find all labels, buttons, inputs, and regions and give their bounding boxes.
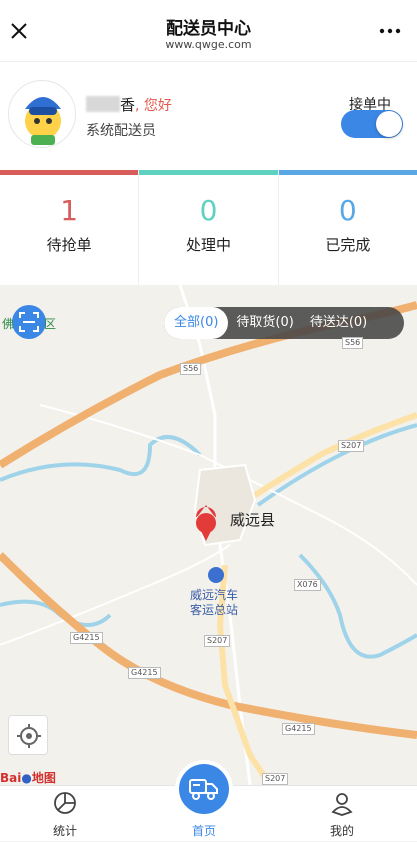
stat-count: 0 — [199, 194, 218, 227]
stat-label: 已完成 — [325, 236, 371, 254]
stat-label: 处理中 — [185, 236, 231, 254]
tab-mine[interactable]: 我的 — [292, 786, 392, 842]
stat-count: 1 — [60, 194, 79, 227]
road-badge: S207 — [262, 773, 289, 785]
map-label-left: 佛 — [2, 317, 15, 331]
road-badge: S56 — [180, 363, 202, 375]
map-station-label: 威远汽车 客运总站 — [190, 588, 239, 617]
road-badge: G4215 — [282, 723, 315, 735]
stat-pending-grab[interactable]: 1 待抢单 — [0, 170, 140, 285]
filter-to-pickup[interactable]: 待取货(0) — [228, 307, 301, 339]
name-blurred — [86, 96, 120, 112]
stat-color-bar — [0, 170, 139, 175]
delivery-truck-icon — [189, 779, 218, 800]
page-url: www.qwge.com — [165, 38, 252, 51]
stat-color-bar — [139, 170, 278, 175]
pie-chart-icon — [54, 792, 76, 814]
stat-count: 0 — [338, 194, 357, 227]
stat-processing[interactable]: 0 处理中 — [139, 170, 279, 285]
map-view[interactable]: 佛 区 全部(0) 待取货(0) 待送达(0) S56 S56 S207 S20… — [0, 285, 417, 785]
more-icon[interactable] — [377, 22, 403, 40]
scan-button[interactable] — [12, 305, 46, 339]
logo-text-b: 地图 — [31, 771, 56, 785]
accepting-orders-toggle[interactable] — [341, 110, 403, 138]
greeting-text: , 您好 — [135, 98, 172, 114]
road-badge: S56 — [342, 337, 364, 349]
order-filter: 全部(0) 待取货(0) 待送达(0) — [164, 307, 404, 339]
road-badge: S207 — [204, 635, 231, 647]
baidu-map-logo: Bai●地图 — [0, 769, 56, 785]
greeting-row: 香, 您好 — [86, 94, 172, 115]
tab-label: 统计 — [52, 824, 77, 838]
order-stats: 1 待抢单 0 处理中 0 已完成 — [0, 170, 417, 285]
road-badge: X076 — [294, 579, 321, 591]
title-bar: 配送员中心 www.qwge.com — [0, 0, 417, 62]
paw-icon: ● — [21, 771, 32, 785]
stat-color-bar — [278, 170, 417, 175]
toggle-knob — [376, 111, 402, 137]
logo-text-a: Bai — [0, 771, 22, 785]
tab-statistics[interactable]: 统计 — [15, 786, 115, 842]
tab-label: 我的 — [329, 824, 354, 838]
user-name: 香 — [120, 96, 136, 114]
tab-label: 首页 — [191, 824, 216, 838]
user-icon — [331, 793, 353, 816]
avatar[interactable] — [8, 80, 76, 148]
scan-icon — [19, 312, 39, 332]
road-badge: G4215 — [128, 667, 161, 679]
stat-completed[interactable]: 0 已完成 — [278, 170, 417, 285]
locate-button[interactable] — [8, 715, 48, 755]
locate-icon — [17, 724, 41, 748]
map-base — [0, 285, 417, 785]
filter-to-deliver[interactable]: 待送达(0) — [302, 307, 375, 339]
page-title: 配送员中心 — [166, 19, 251, 39]
filter-all[interactable]: 全部(0) — [164, 307, 229, 339]
road-badge: G4215 — [70, 632, 103, 644]
map-label-right: 区 — [44, 317, 57, 331]
home-button[interactable] — [175, 760, 233, 818]
user-role: 系统配送员 — [86, 123, 156, 139]
road-badge: S207 — [338, 440, 365, 452]
profile-card: 香, 您好 系统配送员 接单中 — [0, 62, 417, 170]
stat-label: 待抢单 — [46, 236, 92, 254]
map-city-label: 威远县 — [230, 511, 276, 529]
